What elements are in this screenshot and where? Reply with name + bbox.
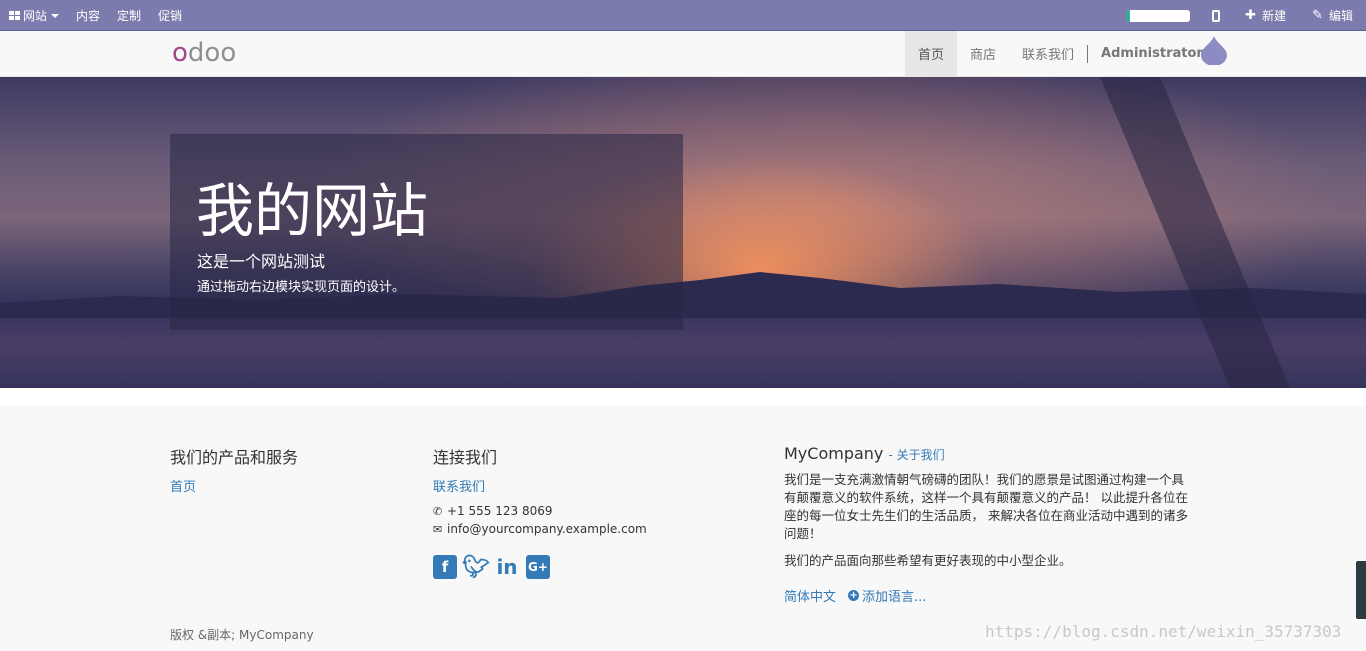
company-name: MyCompany [784, 444, 884, 463]
google-plus-icon[interactable]: G+ [526, 555, 550, 579]
banner-text-box: 我的网站 这是一个网站测试 通过拖动右边模块实现页面的设计。 [170, 134, 683, 330]
admin-menu: 网站 内容 定制 促销 [9, 0, 199, 31]
progress-fill [1127, 9, 1131, 22]
add-language-link[interactable]: 添加语言... [862, 586, 926, 605]
apps-grid-icon [9, 11, 20, 20]
footer-contact-link[interactable]: 联系我们 [433, 480, 485, 495]
banner-subtitle: 这是一个网站测试 [197, 252, 326, 271]
new-button[interactable]: ✚ 新建 [1245, 7, 1286, 24]
nav-home[interactable]: 首页 [905, 31, 958, 76]
pencil-icon: ✎ [1312, 8, 1323, 23]
footer-connect: 连接我们 联系我们 ✆ +1 555 123 8069 ✉ info@yourc… [433, 444, 647, 580]
email-line: ✉ info@yourcompany.example.com [433, 522, 647, 536]
nav-shop[interactable]: 商店 [957, 31, 1009, 76]
logo-o: o [172, 38, 188, 68]
odoo-logo[interactable]: odoo [172, 39, 236, 67]
phone-number: +1 555 123 8069 [447, 504, 553, 518]
envelope-icon: ✉ [433, 522, 443, 536]
nav-contact[interactable]: 联系我们 [1009, 31, 1087, 76]
caret-down-icon [51, 13, 60, 18]
footer-home-link[interactable]: 首页 [170, 480, 196, 495]
main-nav: 首页 商店 联系我们 Administrator [905, 31, 1215, 76]
connect-heading: 连接我们 [433, 448, 498, 467]
edit-button-label: 编辑 [1328, 9, 1353, 23]
edit-button[interactable]: ✎ 编辑 [1312, 7, 1353, 24]
pole-graphic [1100, 77, 1290, 388]
about-us-link[interactable]: - 关于我们 [888, 448, 944, 462]
footer-products: 我们的产品和服务 首页 [170, 444, 298, 495]
products-heading: 我们的产品和服务 [170, 448, 299, 467]
nav-divider [1087, 44, 1089, 63]
language-selector: 简体中文 + 添加语言... [784, 586, 1196, 605]
language-current[interactable]: 简体中文 [784, 586, 836, 605]
site-header: odoo 首页 商店 联系我们 Administrator [0, 31, 1366, 77]
email-address: info@yourcompany.example.com [447, 522, 647, 536]
watermark: https://blog.csdn.net/weixin_35737303 [985, 622, 1342, 641]
linkedin-icon[interactable]: in [495, 555, 519, 579]
side-scroll-widget[interactable] [1356, 561, 1366, 619]
plus-circle-icon: + [848, 590, 860, 601]
phone-line: ✆ +1 555 123 8069 [433, 504, 647, 518]
company-target: 我们的产品面向那些希望有更好表现的中小型企业。 [784, 553, 1072, 568]
logo-rest: doo [187, 38, 237, 68]
mobile-preview-icon[interactable] [1212, 9, 1221, 22]
twitter-icon[interactable]: 🐦︎ [462, 555, 490, 580]
admin-actions: ✚ 新建 ✎ 编辑 [1127, 0, 1366, 31]
website-menu-label: 网站 [23, 9, 48, 23]
user-menu[interactable]: Administrator [1101, 46, 1215, 61]
menu-content[interactable]: 内容 [76, 7, 100, 24]
menu-customize[interactable]: 定制 [117, 7, 141, 24]
plus-icon: ✚ [1245, 8, 1257, 23]
customize-drop-icon[interactable] [1201, 36, 1227, 65]
website-menu[interactable]: 网站 [9, 7, 60, 24]
social-links: f 🐦︎ in G+ [433, 555, 647, 580]
user-name: Administrator [1101, 46, 1203, 61]
hero-banner: 我的网站 这是一个网站测试 通过拖动右边模块实现页面的设计。 [0, 77, 1366, 388]
facebook-icon[interactable]: f [433, 555, 457, 579]
new-button-label: 新建 [1262, 9, 1287, 23]
setup-progress-bar[interactable] [1127, 9, 1191, 22]
company-heading: MyCompany - 关于我们 [784, 444, 1196, 463]
menu-promote[interactable]: 促销 [158, 7, 182, 24]
copyright: 版权 &副本; MyCompany [170, 628, 314, 642]
company-description: 我们是一支充满激情朝气磅礴的团队！我们的愿景是试图通过构建一个具有颠覆意义的软件… [784, 472, 1188, 541]
footer-company: MyCompany - 关于我们 我们是一支充满激情朝气磅礴的团队！我们的愿景是… [784, 444, 1196, 605]
admin-bar: 网站 内容 定制 促销 ✚ 新建 ✎ 编辑 [0, 0, 1366, 31]
footer: 我们的产品和服务 首页 连接我们 联系我们 ✆ +1 555 123 8069 … [0, 406, 1366, 651]
phone-icon: ✆ [433, 504, 443, 518]
banner-title: 我的网站 [196, 177, 429, 245]
banner-description: 通过拖动右边模块实现页面的设计。 [197, 280, 406, 295]
